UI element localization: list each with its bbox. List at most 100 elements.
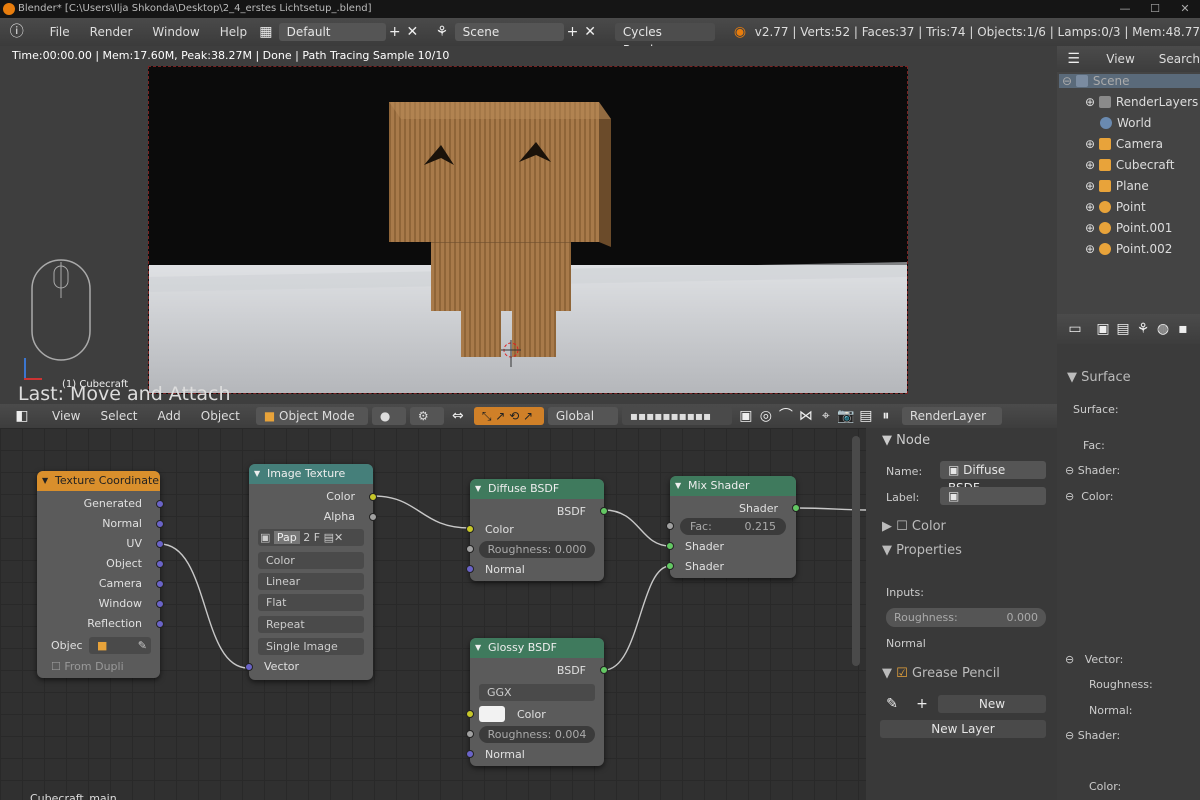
node-name-field[interactable]: ▣ Diffuse BSDF — [940, 461, 1046, 495]
node-label-field[interactable]: ▣ — [940, 487, 1046, 505]
outliner-item-camera[interactable]: ⊕ Camera — [1085, 137, 1163, 151]
socket[interactable] — [600, 507, 608, 515]
roughness-field[interactable]: Roughness: 0.000 — [886, 608, 1046, 627]
close-icon[interactable]: ✕ — [1170, 0, 1200, 18]
socket[interactable] — [466, 710, 474, 718]
menu-window[interactable]: Window — [142, 25, 209, 39]
new-grease-button[interactable]: New — [938, 695, 1046, 713]
color-swatch[interactable] — [479, 706, 505, 722]
scene-selector[interactable]: Scene — [454, 23, 564, 41]
render-anim-icon[interactable]: ▤ — [856, 407, 876, 425]
extension-dropdown[interactable]: Repeat — [258, 616, 364, 633]
pause-icon[interactable]: ⏸ — [876, 407, 896, 425]
fake-user[interactable]: F — [314, 531, 320, 544]
socket[interactable] — [156, 580, 164, 588]
node-editor-scrollbar[interactable] — [852, 436, 860, 666]
menu-select[interactable]: Select — [90, 409, 147, 423]
render-tab-icon[interactable]: ▣ — [1093, 320, 1113, 338]
object-tab-icon[interactable]: ▪ — [1173, 320, 1193, 338]
socket[interactable] — [666, 522, 674, 530]
orientation-selector[interactable]: Global — [547, 407, 618, 425]
grease-pencil-panel-header[interactable]: ▼ ☑ Grease Pencil — [882, 666, 1000, 681]
3d-viewport[interactable]: Time:00:00.00 | Mem:17.60M, Peak:38.27M … — [0, 46, 1057, 404]
transform-manipulators[interactable]: ⤡ ↗ ⟲ ↗ — [473, 407, 544, 425]
roughness-slider[interactable]: Roughness: 0.000 — [479, 541, 595, 558]
outliner-item-scene[interactable]: ⊖ Scene — [1059, 74, 1200, 88]
socket[interactable] — [156, 600, 164, 608]
socket[interactable] — [600, 666, 608, 674]
node-glossy-bsdf[interactable]: Glossy BSDF BSDF GGX Color Roughness: 0.… — [466, 638, 608, 766]
socket[interactable] — [156, 540, 164, 548]
source-dropdown[interactable]: Single Image — [258, 638, 364, 655]
properties-editor[interactable]: ▭ ▣ ▤ ⚘ ◍ ▪ ▼ Surface Surface: Fac: ⊖ Sh… — [1057, 314, 1200, 800]
screen-layout-icon[interactable]: ▦ — [257, 23, 275, 41]
shading-selector-icon[interactable]: ● — [371, 407, 406, 425]
menu-object[interactable]: Object — [191, 409, 250, 423]
render-engine-selector[interactable]: Cycles Render — [614, 23, 716, 57]
open-image-icon[interactable]: ▤✕ — [324, 531, 344, 544]
outliner-editor-icon[interactable]: ☰ — [1065, 50, 1082, 68]
socket[interactable] — [156, 560, 164, 568]
image-name[interactable]: Pap — [273, 531, 300, 544]
outliner-item-cubecraft[interactable]: ⊕ Cubecraft — [1085, 158, 1174, 172]
new-layer-button[interactable]: New Layer — [880, 720, 1046, 738]
node-diffuse-bsdf[interactable]: Diffuse BSDF BSDF Color Roughness: 0.000… — [466, 479, 608, 581]
node-mix-shader[interactable]: Mix Shader Shader Fac:0.215 Shader Shade… — [666, 476, 800, 578]
proportional-edit-icon[interactable]: ◎ — [756, 407, 776, 425]
node-header[interactable]: Mix Shader — [670, 476, 796, 496]
menu-view[interactable]: View — [42, 409, 90, 423]
node-header[interactable]: Diffuse BSDF — [470, 479, 604, 499]
snap-target-icon[interactable]: ⌖ — [816, 407, 836, 425]
menu-render[interactable]: Render — [80, 25, 143, 39]
socket[interactable] — [792, 504, 800, 512]
socket[interactable] — [156, 620, 164, 628]
snap-icon[interactable]: ⌒ — [776, 407, 796, 425]
render-icon[interactable]: 📷 — [836, 407, 856, 425]
pivot-icon[interactable]: ⚙ — [409, 407, 444, 425]
outliner-item-renderlayers[interactable]: ⊕ RenderLayers — [1085, 95, 1198, 109]
world-tab-icon[interactable]: ◍ — [1153, 320, 1173, 338]
mode-selector[interactable]: ■ Object Mode — [255, 407, 368, 425]
properties-panel-header[interactable]: ▼ Properties — [882, 543, 962, 558]
distribution-dropdown[interactable]: GGX — [479, 684, 595, 701]
outliner-item-point-001[interactable]: ⊕ Point.001 — [1085, 221, 1172, 235]
pencil-icon[interactable]: ✎ — [882, 695, 902, 713]
add-icon[interactable]: + — [912, 695, 932, 713]
remove-scene-icon[interactable]: ✕ — [581, 23, 599, 41]
socket[interactable] — [156, 500, 164, 508]
socket[interactable] — [466, 750, 474, 758]
node-header[interactable]: Glossy BSDF — [470, 638, 604, 658]
scene-icon[interactable]: ⚘ — [433, 23, 451, 41]
outliner-item-point-002[interactable]: ⊕ Point.002 — [1085, 242, 1172, 256]
node-panel-header[interactable]: ▼ Node — [882, 433, 930, 448]
layout-selector[interactable]: Default — [278, 23, 386, 41]
info-editor-icon[interactable]: ⓘ — [8, 23, 26, 41]
node-editor[interactable]: Texture Coordinate Generated Normal UV O… — [0, 428, 866, 800]
socket[interactable] — [369, 493, 377, 501]
image-selector[interactable]: ▣ Pap 2 F ▤✕ — [258, 529, 364, 546]
menu-help[interactable]: Help — [210, 25, 257, 39]
editor-type-icon[interactable]: ◧ — [12, 407, 32, 425]
outliner-item-plane[interactable]: ⊕ Plane — [1085, 179, 1149, 193]
menu-add[interactable]: Add — [148, 409, 191, 423]
fac-slider[interactable]: Fac: 0.215 — [680, 518, 786, 535]
lock-layer-icon[interactable]: ▣ — [736, 407, 756, 425]
roughness-slider[interactable]: Roughness: 0.004 — [479, 726, 595, 743]
node-header[interactable]: Texture Coordinate — [37, 471, 160, 491]
node-header[interactable]: Image Texture — [249, 464, 373, 484]
layer-buttons[interactable]: ▪▪▪▪▪▪▪▪▪▪ — [621, 407, 732, 425]
outliner-view-menu[interactable]: View — [1106, 52, 1134, 66]
socket[interactable] — [245, 663, 253, 671]
outliner-item-world[interactable]: World — [1100, 116, 1151, 130]
manipulator-icon[interactable]: ⇔ — [448, 407, 468, 425]
layers-tab-icon[interactable]: ▤ — [1113, 320, 1133, 338]
socket[interactable] — [466, 565, 474, 573]
node-image-texture[interactable]: Image Texture Color Alpha ▣ Pap 2 F ▤✕ C… — [245, 464, 377, 680]
outliner-search-menu[interactable]: Search — [1159, 52, 1200, 66]
add-layout-icon[interactable]: + — [386, 23, 404, 41]
add-scene-icon[interactable]: + — [564, 23, 582, 41]
color-space-dropdown[interactable]: Color — [258, 552, 364, 569]
socket[interactable] — [156, 520, 164, 528]
socket[interactable] — [666, 562, 674, 570]
remove-layout-icon[interactable]: ✕ — [404, 23, 422, 41]
